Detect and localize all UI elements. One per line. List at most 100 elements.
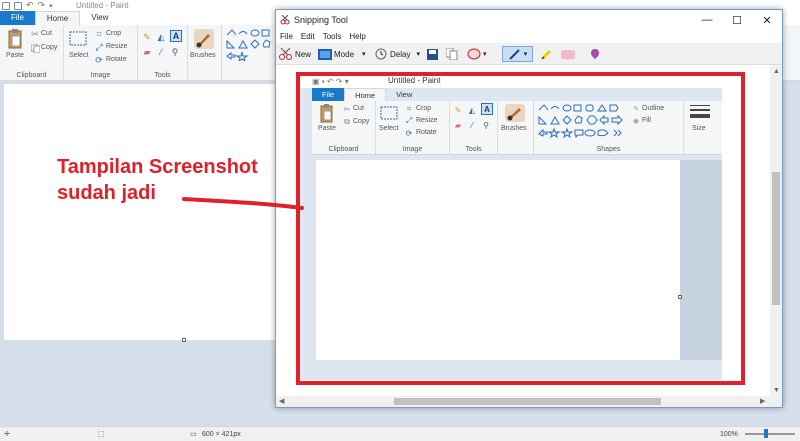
highlighter-icon [540, 47, 554, 61]
menu-file[interactable]: File [280, 30, 293, 43]
clipboard-group-label: Clipboard [16, 72, 47, 79]
zoom-slider[interactable] [745, 433, 795, 435]
qat-dropdown-icon[interactable]: ▾ [49, 2, 53, 10]
snipping-tool-window: Snipping Tool — ☐ ✕ File Edit Tools Help… [275, 9, 783, 408]
minimize-button[interactable]: — [692, 10, 722, 30]
shapes-gallery-icon[interactable] [226, 29, 278, 61]
save-icon [425, 47, 439, 61]
zoom-level: 100% [720, 431, 738, 438]
canvas-resize-handle[interactable] [182, 338, 186, 342]
crop-icon[interactable]: ⌗ [94, 29, 104, 39]
eraser-icon [561, 47, 575, 61]
rotate-label[interactable]: Rotate [106, 56, 127, 63]
menu-help[interactable]: Help [349, 30, 365, 43]
new-label: New [295, 49, 312, 59]
send-snip-button[interactable]: ▾ [467, 46, 487, 62]
select-icon[interactable] [69, 30, 87, 46]
mode-dropdown-icon: ▾ [362, 51, 366, 58]
annotation-line-2: sudah jadi [57, 182, 156, 204]
paint3d-icon [588, 47, 602, 61]
tools-group: ✎ ◭ A ▰ ⁄ ⚲ Tools [138, 25, 188, 81]
delay-label: Delay [390, 49, 411, 59]
paint3d-button[interactable] [588, 46, 602, 62]
annotation-line-1: Tampilan Screenshot [57, 156, 258, 178]
quick-access-toolbar: ↶ ↷ ▾ [2, 0, 53, 11]
resize-label[interactable]: Resize [106, 43, 127, 50]
resize-icon[interactable]: ⤢ [94, 42, 104, 52]
scroll-right-icon[interactable]: ▶ [760, 397, 765, 405]
eraser-icon[interactable]: ▰ [142, 47, 152, 57]
scissors-icon [279, 47, 293, 61]
magnifier-icon[interactable]: ⚲ [170, 47, 180, 57]
delay-dropdown-icon: ▾ [416, 51, 420, 58]
text-tool-icon[interactable]: A [170, 30, 182, 42]
mode-button[interactable]: Mode ▾ [318, 46, 366, 62]
select-label[interactable]: Select [69, 52, 88, 59]
eraser-button[interactable] [561, 46, 575, 62]
snip-preview-area: ▣ ▪ ↶ ↷ ▾ Untitled - Paint File Home Vie… [276, 66, 770, 396]
new-button[interactable]: New [279, 46, 311, 62]
canvas-size-icon: ▭ [190, 431, 197, 438]
maximize-button[interactable]: ☐ [722, 10, 752, 30]
redo-icon[interactable]: ↷ [38, 0, 46, 11]
image-group-label: Image [90, 72, 111, 79]
brushes-icon[interactable] [193, 28, 215, 50]
snipping-tool-titlebar: Snipping Tool — ☐ ✕ [276, 10, 782, 30]
cursor-position-icon: ✛ [4, 431, 10, 438]
highlighter-button[interactable] [540, 46, 554, 62]
image-group: Select ⌗ Crop ⤢ Resize ⟳ Rotate Image [64, 25, 138, 81]
annotation-text: Tampilan Screenshot sudah jadi [57, 154, 258, 206]
tab-file[interactable]: File [0, 11, 35, 25]
selection-size-icon: ⬚ [98, 431, 105, 438]
scroll-left-icon[interactable]: ◀ [279, 397, 284, 405]
paste-label[interactable]: Paste [6, 52, 24, 59]
paint-canvas[interactable] [4, 84, 276, 340]
copy-snip-button[interactable] [445, 46, 459, 62]
mode-icon [318, 47, 332, 61]
snipping-tool-toolbar: New Mode ▾ Delay ▾ ▾ ▾ [276, 43, 782, 65]
cut-label[interactable]: Cut [41, 30, 52, 37]
save-snip-button[interactable] [425, 46, 439, 62]
vertical-scroll-thumb[interactable] [772, 172, 780, 305]
mode-label: Mode [334, 49, 355, 59]
crop-label[interactable]: Crop [106, 30, 121, 37]
copy-label[interactable]: Copy [41, 44, 57, 51]
delay-button[interactable]: Delay ▾ [374, 46, 420, 62]
canvas-size-text: 600 × 421px [202, 431, 241, 438]
undo-icon[interactable]: ↶ [26, 0, 34, 11]
menu-tools[interactable]: Tools [323, 30, 342, 43]
tab-view[interactable]: View [80, 11, 119, 25]
red-highlight-frame [296, 72, 745, 385]
close-button[interactable]: ✕ [752, 10, 782, 30]
save-icon[interactable] [14, 1, 22, 10]
pen-dropdown-icon: ▾ [523, 51, 528, 58]
copy-icon[interactable] [30, 43, 40, 53]
horizontal-scroll-thumb[interactable] [394, 398, 661, 405]
cut-icon[interactable]: ✂ [30, 29, 40, 39]
tab-home[interactable]: Home [34, 11, 81, 25]
paste-icon[interactable] [6, 28, 24, 50]
zoom-slider-thumb[interactable] [764, 429, 768, 438]
send-dropdown-icon: ▾ [483, 51, 487, 58]
fill-bucket-icon[interactable]: ◭ [156, 32, 166, 42]
pen-icon [508, 47, 522, 61]
brushes-label[interactable]: Brushes [190, 52, 216, 59]
brushes-group: Brushes [188, 25, 222, 81]
pen-button[interactable]: ▾ [502, 46, 533, 62]
menu-edit[interactable]: Edit [301, 30, 315, 43]
pencil-icon[interactable]: ✎ [142, 32, 152, 42]
rotate-icon[interactable]: ⟳ [94, 55, 104, 65]
clipboard-group: Paste ✂ Cut Copy Clipboard [0, 25, 64, 81]
tools-group-label: Tools [154, 72, 171, 79]
clock-icon [374, 47, 388, 61]
scroll-up-icon[interactable]: ▲ [773, 68, 780, 75]
shapes-group [222, 25, 282, 81]
status-bar [0, 426, 800, 441]
scroll-down-icon[interactable]: ▼ [773, 387, 780, 394]
snipping-tool-title: Snipping Tool [294, 15, 348, 25]
send-email-icon [467, 47, 481, 61]
color-picker-icon[interactable]: ⁄ [156, 47, 166, 57]
copy-icon [445, 47, 459, 61]
snipping-tool-app-icon [280, 14, 290, 25]
window-title: Untitled - Paint [76, 1, 129, 10]
